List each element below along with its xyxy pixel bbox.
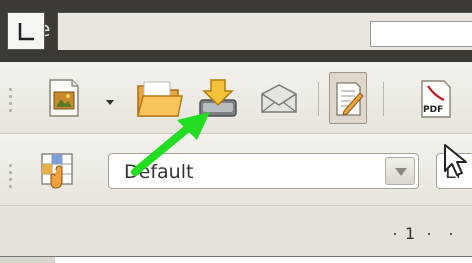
mouse-pointer-icon bbox=[444, 144, 467, 176]
annotation-arrow bbox=[131, 112, 210, 176]
